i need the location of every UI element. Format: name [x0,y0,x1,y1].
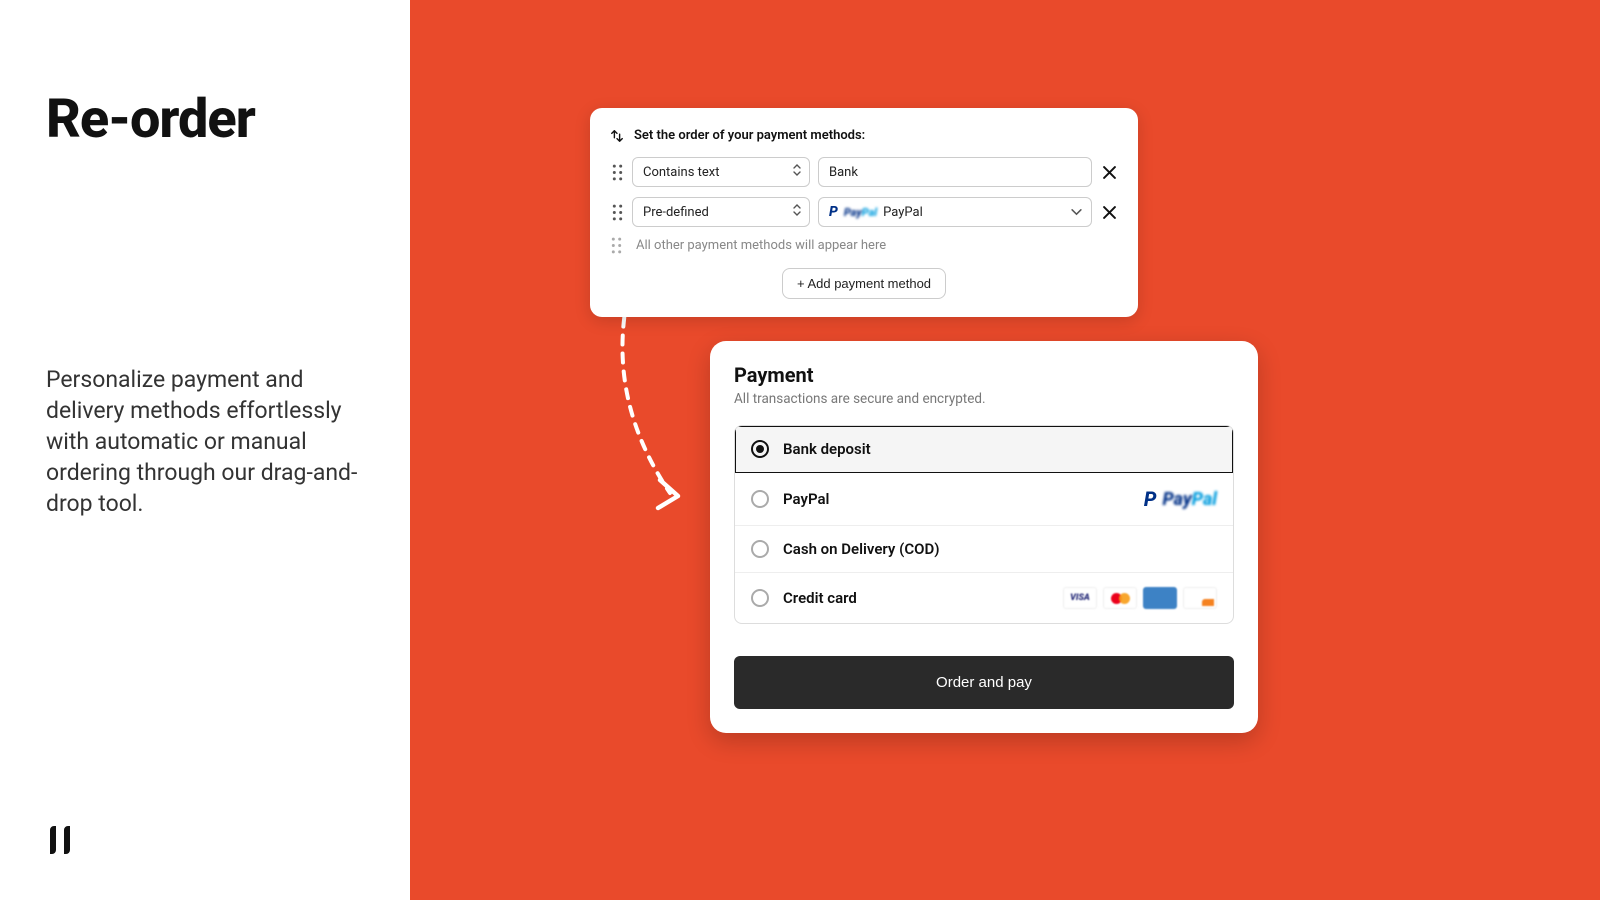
drag-handle-icon[interactable] [610,204,624,221]
option-label: PayPal [783,490,1130,508]
checkout-subtitle: All transactions are secure and encrypte… [734,391,1234,407]
option-label: Cash on Delivery (COD) [783,540,1217,558]
select-value: Contains text [643,165,720,180]
mastercard-icon [1103,587,1137,609]
chevron-up-down-icon [792,163,802,181]
rule-value-select[interactable]: P PayPal PayPal [818,197,1092,227]
payment-option-bank-deposit[interactable]: Bank deposit [735,426,1233,473]
reorder-config-card: Set the order of your payment methods: C… [590,108,1138,317]
rule-type-select[interactable]: Contains text [632,157,810,187]
radio-icon [751,589,769,607]
paypal-logo-icon: P PayPal [1144,487,1217,511]
paypal-icon: P PayPal [829,204,877,220]
logo-icon [46,824,78,856]
close-icon [1103,166,1116,179]
drag-handle-icon [611,237,622,254]
amex-icon [1143,587,1177,609]
marketing-sidebar: Re-order Personalize payment and deliver… [0,0,410,900]
order-and-pay-button[interactable]: Order and pay [734,656,1234,709]
rule-value-input[interactable]: Bank [818,157,1092,187]
payment-options-list: Bank deposit PayPal P PayPal Cash on Del… [734,425,1234,624]
drag-handle-icon[interactable] [610,164,624,181]
select-value: Pre-defined [643,205,709,220]
chevron-up-down-icon [792,203,802,221]
radio-icon [751,440,769,458]
radio-icon [751,540,769,558]
input-value: Bank [829,165,858,180]
illustration-panel: Set the order of your payment methods: C… [410,0,1600,900]
close-icon [1103,206,1116,219]
placeholder-text: All other payment methods will appear he… [636,238,886,253]
rule-type-select[interactable]: Pre-defined [632,197,810,227]
payment-option-cod[interactable]: Cash on Delivery (COD) [735,526,1233,573]
config-header: Set the order of your payment methods: [610,128,1118,143]
remove-row-button[interactable] [1100,206,1118,219]
page-title: Re-order [46,88,364,151]
config-row[interactable]: Contains text Bank [610,157,1118,187]
select-value: PayPal [883,205,923,220]
config-header-text: Set the order of your payment methods: [634,128,865,143]
checkout-preview-card: Payment All transactions are secure and … [710,341,1258,733]
sort-icon [610,129,624,143]
remaining-methods-placeholder: All other payment methods will appear he… [610,237,1118,254]
checkout-title: Payment [734,363,1234,387]
payment-option-paypal[interactable]: PayPal P PayPal [735,473,1233,526]
option-label: Bank deposit [783,440,1217,458]
remove-row-button[interactable] [1100,166,1118,179]
radio-icon [751,490,769,508]
option-label: Credit card [783,589,1049,607]
add-payment-method-button[interactable]: + Add payment method [782,268,946,299]
chevron-down-icon [1071,205,1082,220]
discover-icon [1183,587,1217,609]
visa-icon: VISA [1063,587,1097,609]
brand-logo [46,824,78,860]
payment-option-credit-card[interactable]: Credit card VISA [735,573,1233,623]
config-row[interactable]: Pre-defined P PayPal PayPal [610,197,1118,227]
page-description: Personalize payment and delivery methods… [46,364,364,519]
card-brand-icons: VISA [1063,587,1217,609]
